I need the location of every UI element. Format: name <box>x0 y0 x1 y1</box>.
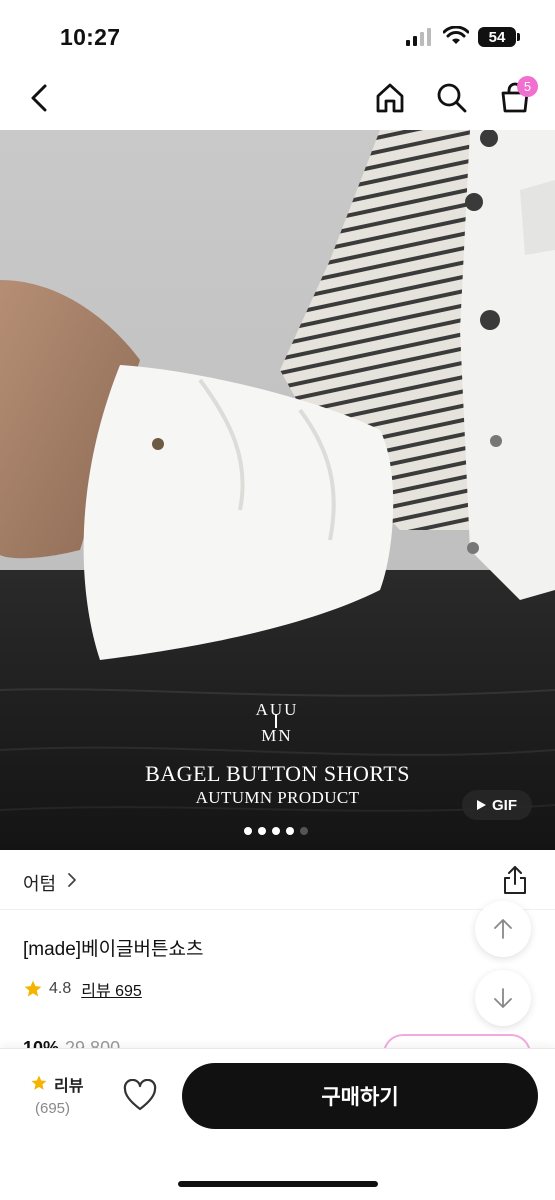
battery-nub <box>517 33 520 41</box>
home-button[interactable] <box>370 78 410 118</box>
play-icon <box>477 800 486 810</box>
rating-row: 4.8 리뷰 695 <box>23 978 142 1000</box>
search-icon <box>437 83 467 113</box>
bottom-action-bar: 리뷰 (695) 구매하기 <box>0 1048 555 1200</box>
carousel-dot[interactable] <box>244 827 252 835</box>
arrow-up-icon <box>494 919 512 939</box>
carousel-dot[interactable] <box>258 827 266 835</box>
share-icon[interactable] <box>500 864 530 896</box>
star-icon <box>31 1075 47 1090</box>
hero-title: BAGEL BUTTON SHORTS <box>145 761 410 786</box>
review-label: 리뷰 <box>54 1078 84 1095</box>
scroll-top-button[interactable] <box>475 901 531 957</box>
home-icon <box>376 83 404 113</box>
brand-row: 어텀 <box>0 850 555 910</box>
carousel-dots <box>244 827 308 835</box>
brand-logo-bottom: MN <box>261 726 293 745</box>
battery-level: 54 <box>488 28 506 46</box>
back-icon <box>31 84 47 112</box>
buy-button[interactable]: 구매하기 <box>182 1063 538 1129</box>
brand-link[interactable]: 어텀 <box>23 870 56 896</box>
review-summary-button[interactable]: 리뷰 (695) <box>30 1071 90 1121</box>
carousel-dot[interactable] <box>272 827 280 835</box>
brand-logo: AUU MN <box>255 700 299 748</box>
carousel-dot[interactable] <box>286 827 294 835</box>
review-link[interactable]: 리뷰 695 <box>81 977 142 1001</box>
arrow-down-icon <box>494 988 512 1008</box>
chevron-right-icon <box>68 873 76 887</box>
brand-logo-top: AUU <box>255 700 299 719</box>
cart-count-badge: 5 <box>517 76 538 97</box>
heart-icon[interactable] <box>122 1079 158 1113</box>
product-image-carousel[interactable]: AUU MN BAGEL BUTTON SHORTS AUTUMN PRODUC… <box>0 130 555 850</box>
wifi-icon <box>443 26 469 44</box>
status-bar: 10:27 54 <box>0 0 555 66</box>
back-button[interactable] <box>20 78 60 118</box>
product-name: [made]베이글버튼쇼츠 <box>23 939 204 960</box>
battery-icon: 54 <box>478 27 516 47</box>
home-indicator <box>178 1181 378 1187</box>
status-time: 10:27 <box>60 24 121 50</box>
top-nav <box>0 66 555 130</box>
carousel-dot[interactable] <box>300 827 308 835</box>
signal-icon <box>406 28 431 46</box>
search-button[interactable] <box>432 78 472 118</box>
star-icon <box>24 980 42 997</box>
review-count: (695) <box>35 1100 71 1117</box>
gif-label: GIF <box>492 796 517 814</box>
gif-button[interactable]: GIF <box>462 790 532 820</box>
rating-value: 4.8 <box>49 980 72 997</box>
scroll-bottom-button[interactable] <box>475 970 531 1026</box>
